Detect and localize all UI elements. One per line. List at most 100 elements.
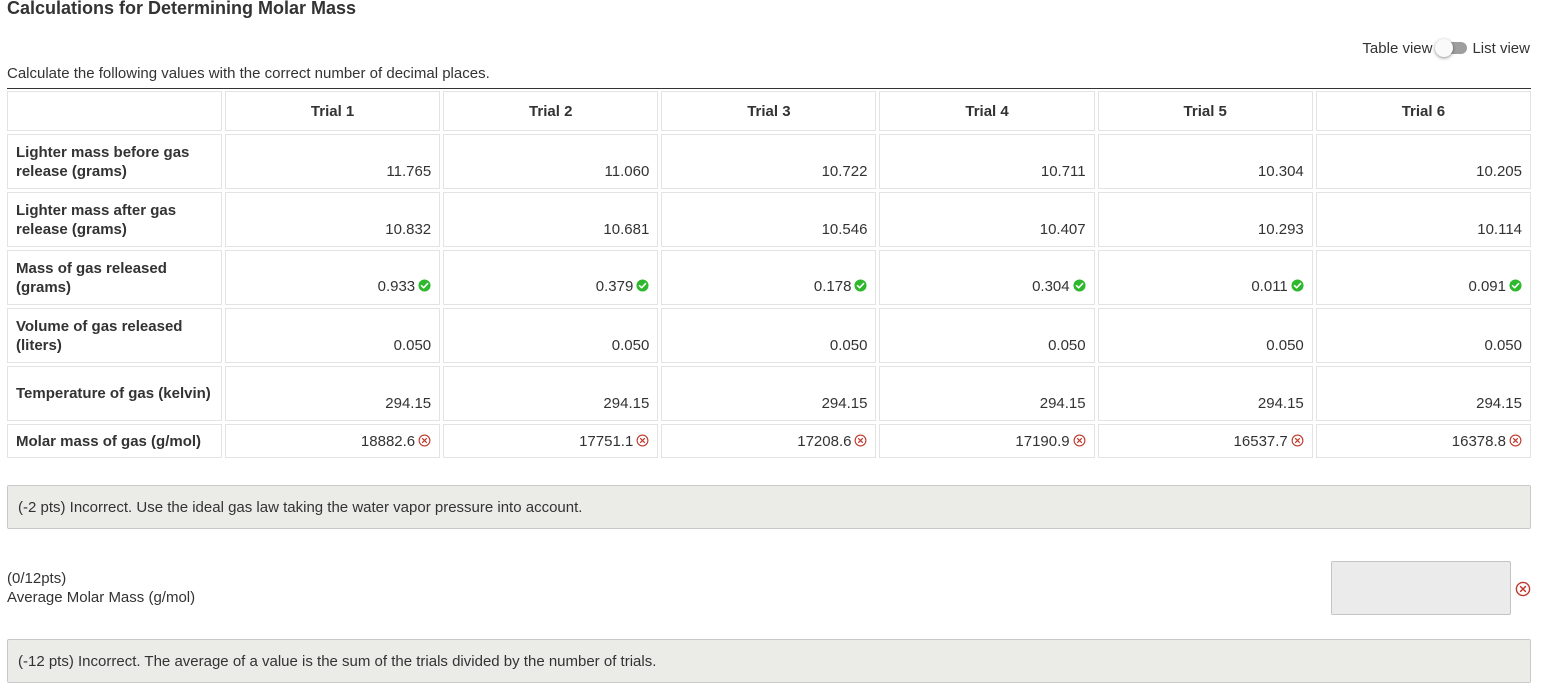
row-label: Molar mass of gas (g/mol): [7, 424, 222, 458]
table-cell: 10.114: [1315, 192, 1531, 247]
row-label: Lighter mass before gas release (grams): [7, 134, 222, 189]
check-circle-icon: [636, 279, 649, 292]
cell-value: 10.546: [821, 221, 868, 238]
average-molar-mass-input[interactable]: [1331, 561, 1511, 615]
table-cell: 0.011: [1097, 250, 1313, 305]
cell-value: 0.050: [829, 337, 868, 354]
table-cell: 10.711: [879, 134, 1095, 189]
table-cell: 17190.9: [879, 424, 1095, 458]
cell-value: 0.933: [377, 278, 416, 295]
table-cell: 294.15: [1315, 366, 1531, 421]
table-cell: 10.832: [225, 192, 441, 247]
table-cell: 17751.1: [443, 424, 659, 458]
cell-value: 294.15: [821, 395, 868, 412]
column-header-trial-4: Trial 4: [879, 91, 1095, 131]
table-cell: 0.304: [879, 250, 1095, 305]
cell-value: 0.379: [595, 278, 634, 295]
x-circle-icon: [1073, 434, 1086, 446]
x-circle-icon: [1515, 581, 1531, 597]
cell-value: 17751.1: [579, 432, 634, 450]
table-cell: 0.178: [661, 250, 877, 305]
x-circle-icon: [418, 434, 431, 446]
check-circle-icon: [1291, 279, 1304, 292]
cell-value: 0.050: [1266, 337, 1304, 354]
calculations-table: Trial 1 Trial 2 Trial 3 Trial 4 Trial 5 …: [4, 88, 1534, 461]
table-cell: 0.379: [443, 250, 659, 305]
cell-value: 0.178: [813, 278, 852, 295]
cell-value: 17208.6: [797, 432, 852, 450]
table-corner-cell: [7, 91, 222, 131]
cell-value: 294.15: [603, 395, 650, 412]
table-row: Molar mass of gas (g/mol) 18882.6 17751.1 1…: [7, 424, 1531, 458]
cell-value: 10.205: [1476, 163, 1522, 180]
table-header-row: Trial 1 Trial 2 Trial 3 Trial 4 Trial 5 …: [7, 91, 1531, 131]
table-row: Lighter mass before gas release (grams) 1…: [7, 134, 1531, 189]
cell-value: 294.15: [1476, 395, 1522, 412]
check-circle-icon: [418, 279, 431, 292]
check-circle-icon: [1073, 279, 1086, 292]
cell-value: 18882.6: [360, 432, 416, 450]
cell-value: 16537.7: [1233, 432, 1288, 450]
table-body: Lighter mass before gas release (grams) 1…: [7, 134, 1531, 458]
column-header-trial-2: Trial 2: [443, 91, 659, 131]
cell-value: 16378.8: [1451, 432, 1506, 450]
cell-value: 294.15: [385, 395, 432, 412]
table-cell: 0.091: [1315, 250, 1531, 305]
table-cell: 0.933: [225, 250, 441, 305]
column-header-trial-1: Trial 1: [225, 91, 441, 131]
cell-value: 10.681: [603, 221, 650, 238]
table-cell: 0.050: [879, 308, 1095, 363]
cell-value: 10.722: [821, 163, 868, 180]
cell-value: 0.091: [1468, 278, 1506, 295]
cell-value: 10.711: [1040, 163, 1086, 180]
instructions-text: Calculate the following values with the …: [7, 65, 490, 82]
cell-value: 0.304: [1032, 278, 1070, 295]
table-row: Volume of gas released (liters) 0.050 0.05…: [7, 308, 1531, 363]
table-row: Temperature of gas (kelvin) 294.15 294.15 2…: [7, 366, 1531, 421]
table-cell: 16378.8: [1315, 424, 1531, 458]
table-cell: 10.546: [661, 192, 877, 247]
table-cell: 294.15: [879, 366, 1095, 421]
table-cell: 294.15: [443, 366, 659, 421]
column-header-trial-5: Trial 5: [1097, 91, 1313, 131]
check-circle-icon: [854, 279, 868, 292]
table-view-label[interactable]: Table view: [1362, 40, 1432, 57]
column-header-trial-6: Trial 6: [1315, 91, 1531, 131]
table-row: Lighter mass after gas release (grams) 10…: [7, 192, 1531, 247]
toggle-knob[interactable]: [1435, 39, 1454, 57]
row-label: Temperature of gas (kelvin): [7, 366, 222, 421]
table-cell: 17208.6: [661, 424, 877, 458]
view-toggle-switch[interactable]: [1435, 39, 1469, 57]
table-cell: 294.15: [225, 366, 441, 421]
page-title: Calculations for Determining Molar Mass: [7, 0, 357, 18]
table-cell: 294.15: [661, 366, 877, 421]
table-cell: 10.205: [1315, 134, 1531, 189]
table-cell: 10.681: [443, 192, 659, 247]
table-cell: 11.765: [225, 134, 441, 189]
table-cell: 10.304: [1097, 134, 1313, 189]
average-molar-mass-label: Average Molar Mass (g/mol): [7, 589, 196, 606]
cell-value: 10.304: [1257, 163, 1304, 180]
x-circle-icon: [1509, 434, 1522, 446]
table-cell: 0.050: [1097, 308, 1313, 363]
table-cell: 10.407: [879, 192, 1095, 247]
row-label: Volume of gas released (liters): [7, 308, 222, 363]
x-circle-icon: [1291, 434, 1304, 446]
cell-value: 0.050: [1048, 337, 1086, 354]
cell-value: 17190.9: [1015, 432, 1070, 450]
list-view-label[interactable]: List view: [1472, 40, 1530, 57]
cell-value: 10.832: [385, 221, 432, 238]
table-cell: 18882.6: [225, 424, 441, 458]
cell-value: 0.011: [1251, 278, 1288, 295]
x-circle-icon: [855, 434, 867, 446]
cell-value: 0.050: [611, 337, 650, 354]
row-label: Lighter mass after gas release (grams): [7, 192, 222, 247]
cell-value: 10.114: [1477, 221, 1522, 238]
view-toggle: Table view List view: [1362, 39, 1530, 57]
table-cell: 11.060: [443, 134, 659, 189]
cell-value: 0.050: [1484, 337, 1522, 354]
table-cell: 0.050: [443, 308, 659, 363]
table-cell: 16537.7: [1097, 424, 1313, 458]
table-cell: 294.15: [1097, 366, 1313, 421]
check-circle-icon: [1509, 279, 1522, 292]
